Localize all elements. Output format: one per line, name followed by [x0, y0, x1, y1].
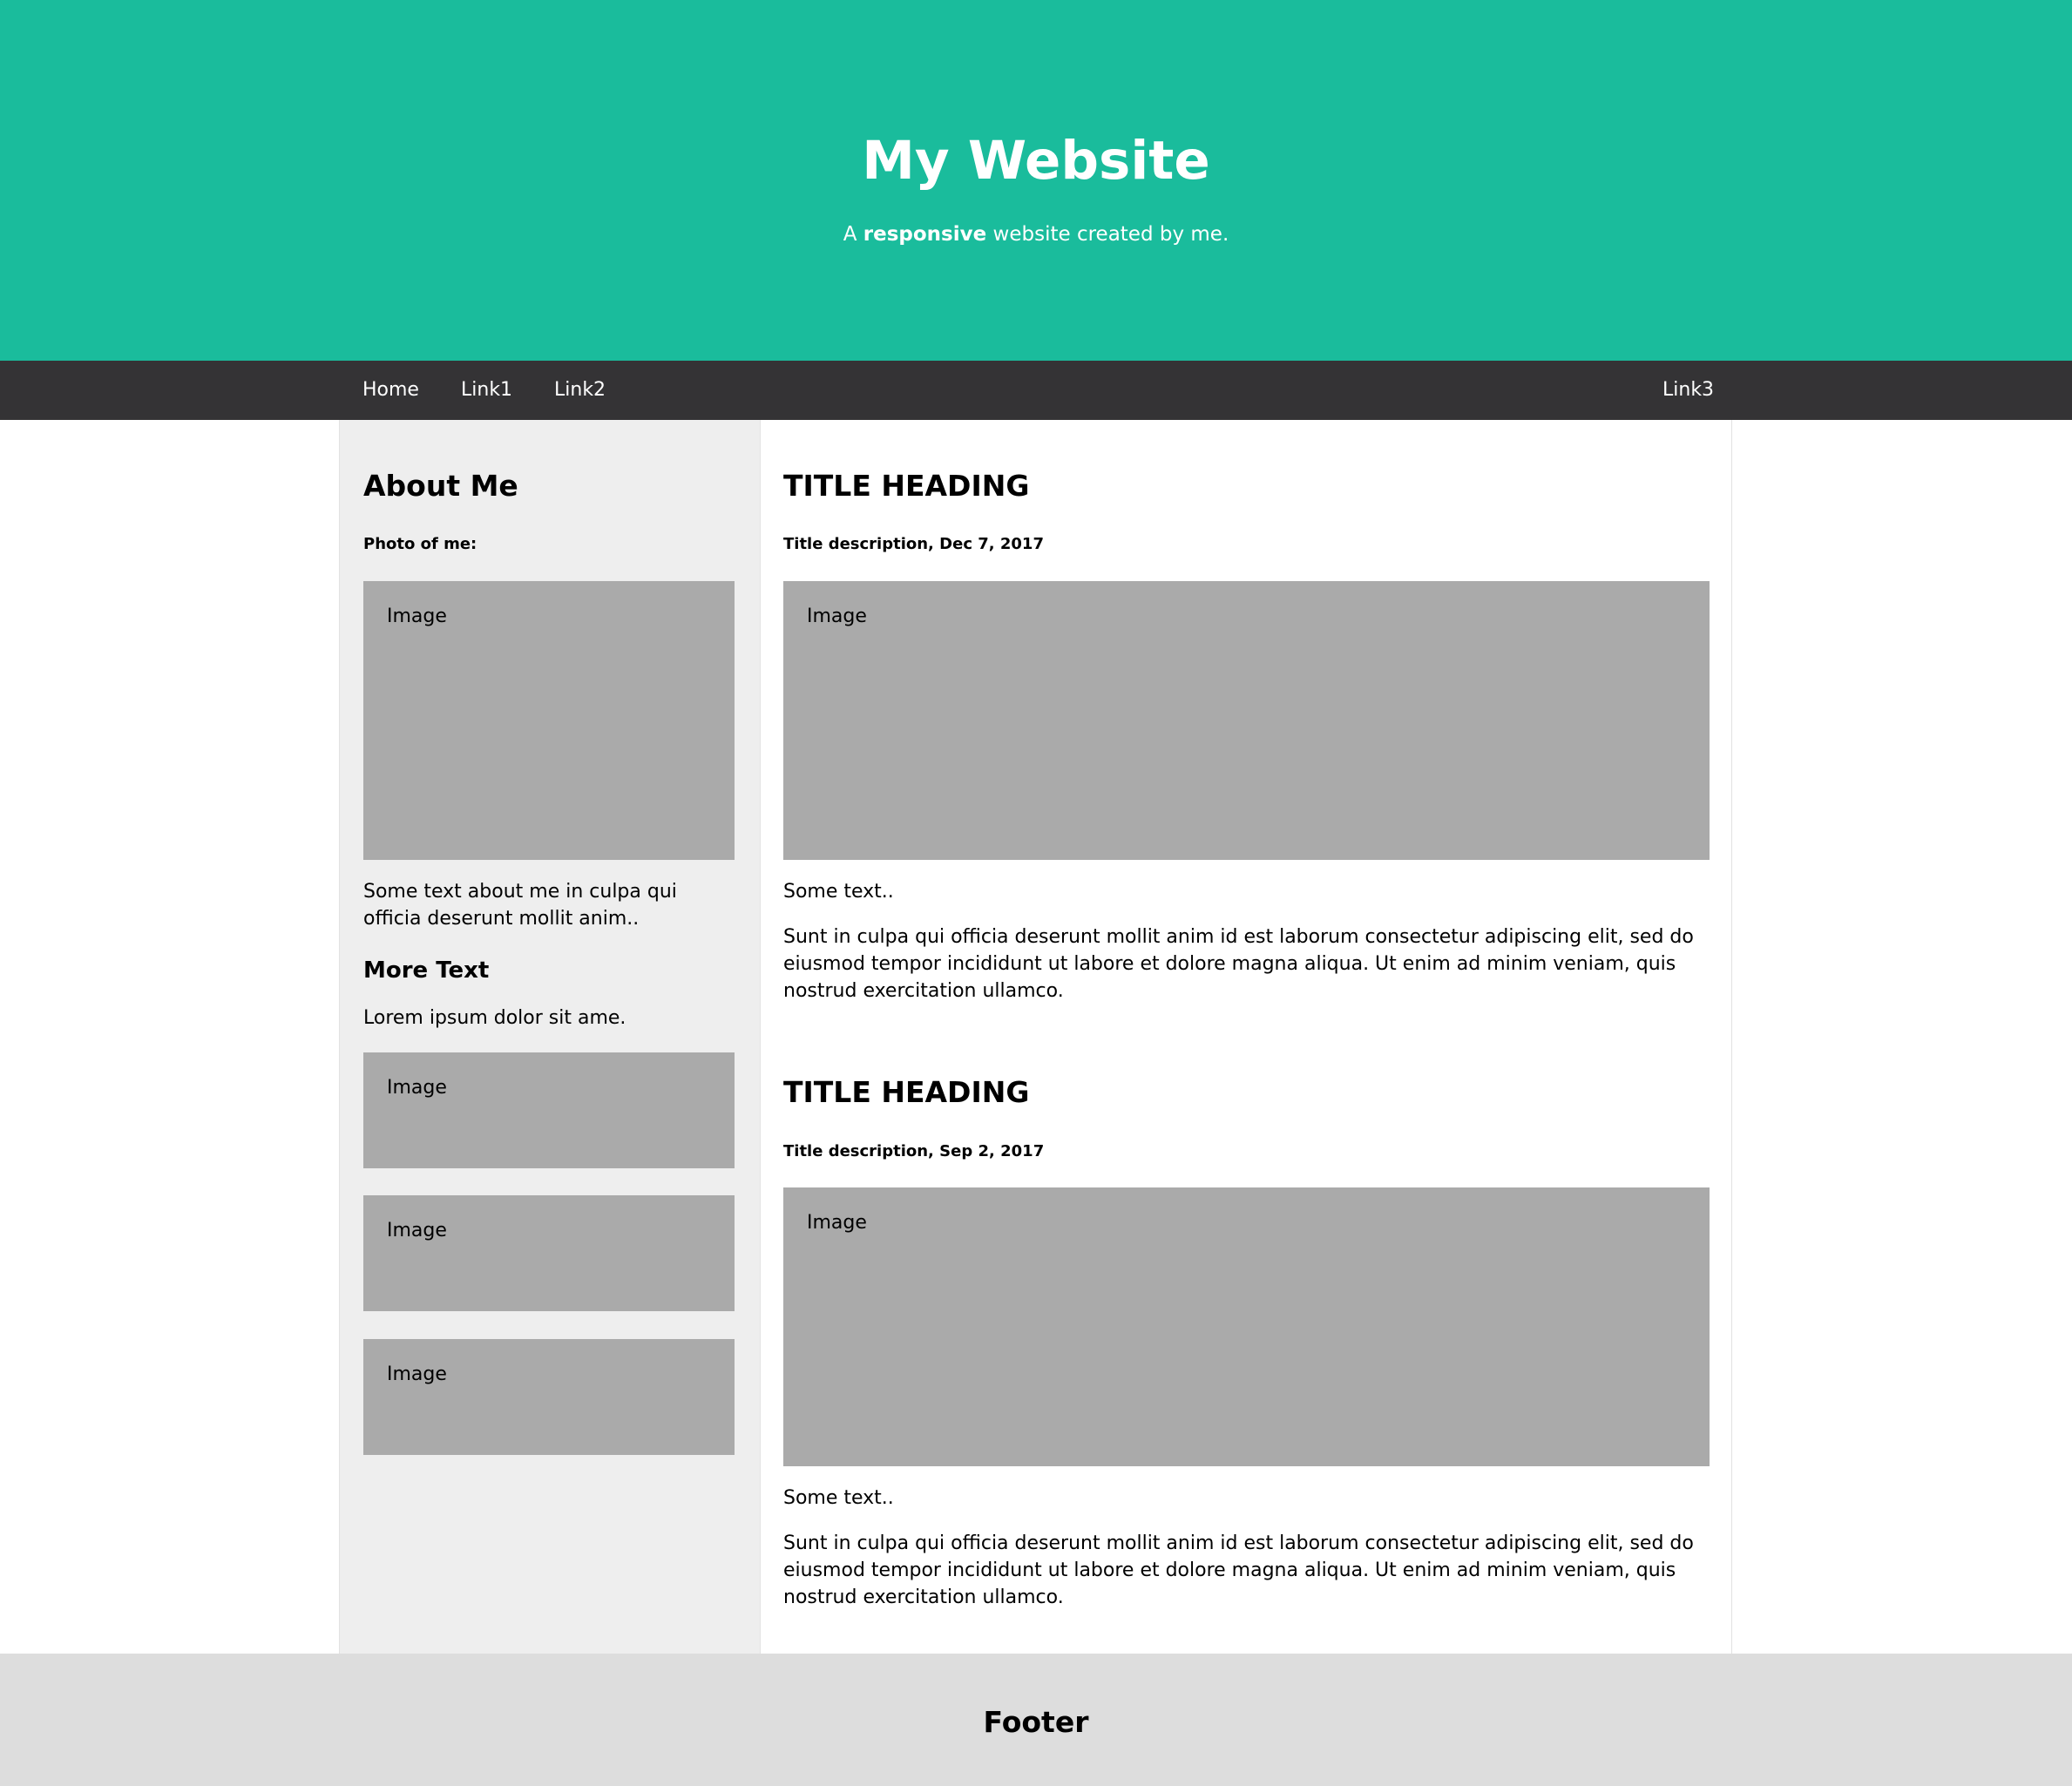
profile-photo-placeholder: Image [363, 581, 735, 860]
about-text: Some text about me in culpa qui officia … [363, 881, 677, 930]
footer-title: Footer [983, 1705, 1089, 1739]
site-subtitle: A responsive website created by me. [0, 220, 2072, 248]
nav-link-home[interactable]: Home [362, 361, 419, 420]
nav-link-link1[interactable]: Link1 [461, 361, 512, 420]
post-short-text: Some text.. [783, 881, 894, 903]
post-image-placeholder: Image [783, 1187, 1710, 1466]
post-body: Sunt in culpa qui officia deserunt molli… [783, 926, 1694, 1002]
site-title: My Website [862, 130, 1210, 192]
sidebar-image-placeholder: Image [363, 1339, 735, 1455]
more-text-paragraph: Lorem ipsum dolor sit ame. [363, 1007, 626, 1029]
subtitle-prefix: A [843, 223, 863, 246]
post-title: TITLE HEADING [783, 1075, 1030, 1109]
post-short-text: Some text.. [783, 1487, 894, 1509]
sidebar-image-placeholder: Image [363, 1195, 735, 1311]
main-content: TITLE HEADING Title description, Dec 7, … [760, 420, 1732, 1654]
nav-link-link2[interactable]: Link2 [554, 361, 606, 420]
post-title: TITLE HEADING [783, 469, 1030, 503]
sidebar-heading: About Me [363, 469, 518, 503]
post-body: Sunt in culpa qui officia deserunt molli… [783, 1532, 1694, 1608]
post-description: Title description, Sep 2, 2017 [783, 1142, 1045, 1160]
sidebar-image-placeholder: Image [363, 1052, 735, 1168]
more-text-heading: More Text [363, 957, 490, 984]
main-row: About Me Photo of me: Image Some text ab… [0, 420, 2072, 1654]
sidebar: About Me Photo of me: Image Some text ab… [339, 420, 760, 1654]
photo-label: Photo of me: [363, 535, 477, 553]
site-header: My Website A responsive website created … [0, 0, 2072, 361]
navbar: Home Link1 Link2 Link3 [0, 361, 2072, 420]
nav-link-link3[interactable]: Link3 [1662, 361, 1714, 420]
post-image-placeholder: Image [783, 581, 1710, 860]
subtitle-emphasis: responsive [863, 223, 987, 246]
subtitle-suffix: website created by me. [986, 223, 1229, 246]
post-description: Title description, Dec 7, 2017 [783, 535, 1044, 553]
site-footer: Footer [0, 1654, 2072, 1786]
